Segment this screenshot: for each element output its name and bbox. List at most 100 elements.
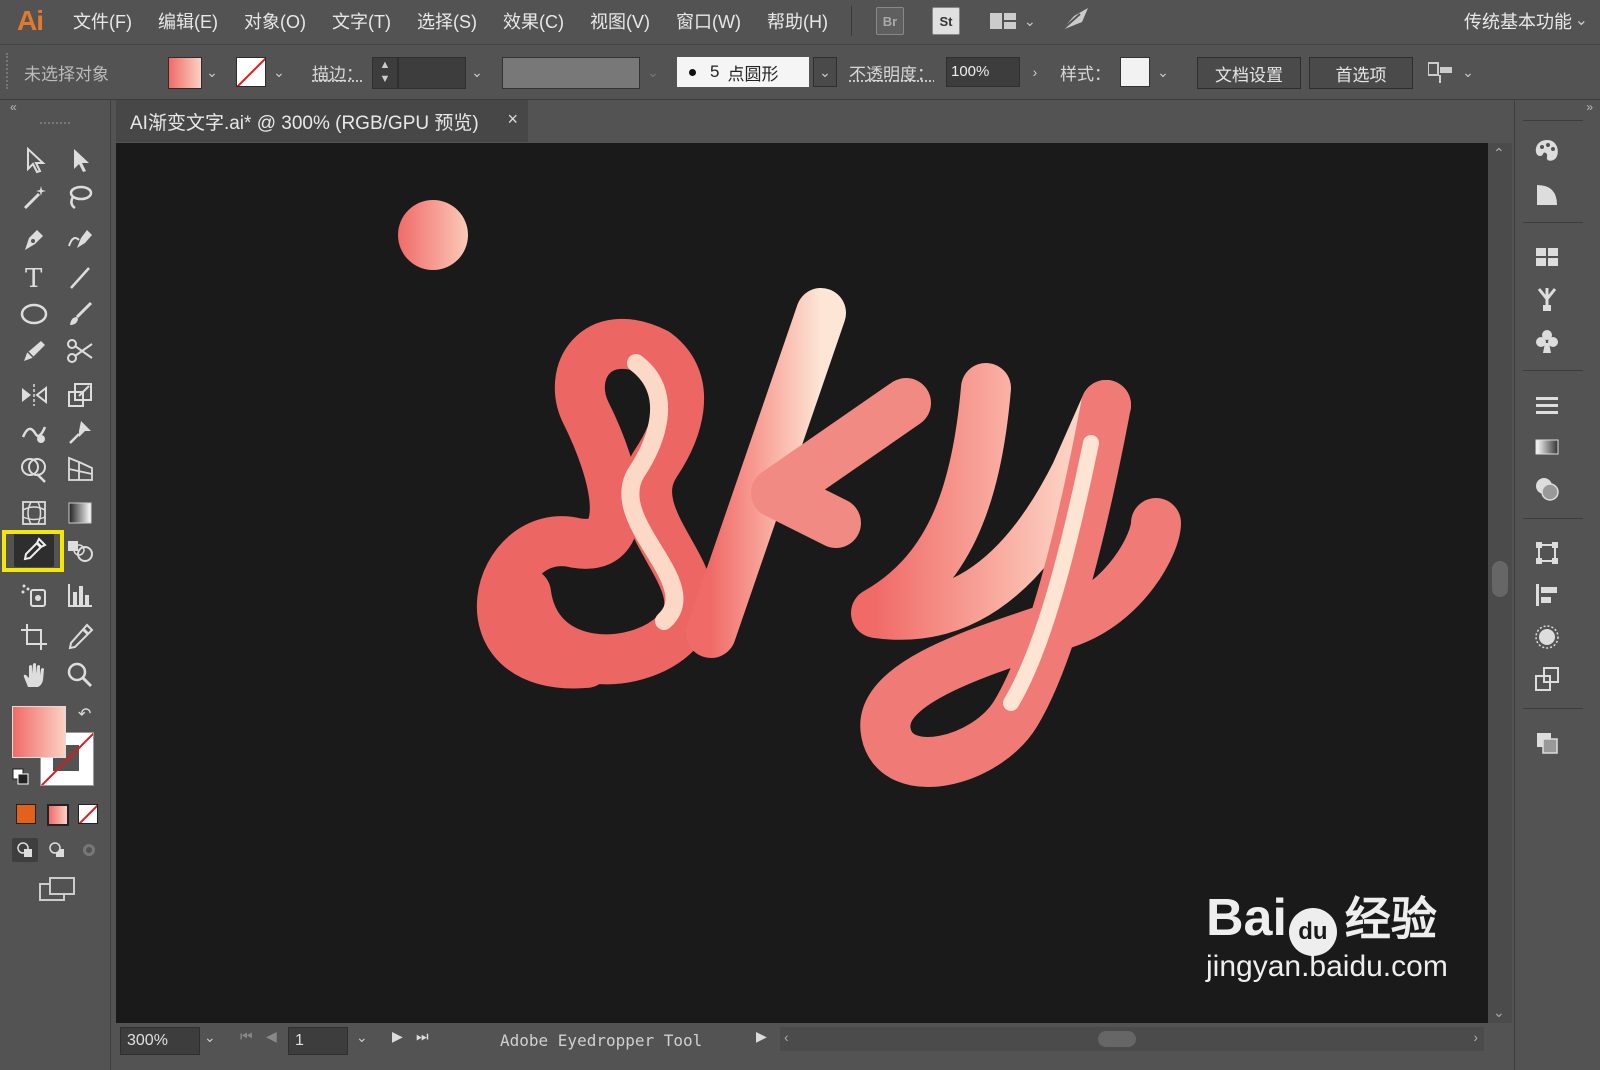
draw-behind-icon[interactable] xyxy=(44,838,70,862)
perspective-grid-tool[interactable] xyxy=(60,452,100,486)
stroke-dropdown-chevron-icon[interactable]: ⌄ xyxy=(268,57,290,87)
scroll-up-icon[interactable]: ⌃ xyxy=(1493,145,1505,162)
menu-edit[interactable]: 编辑(E) xyxy=(145,8,231,34)
type-tool[interactable]: T xyxy=(14,260,54,294)
draw-inside-icon[interactable] xyxy=(76,838,102,862)
appearance-panel-button[interactable] xyxy=(1529,620,1565,654)
style-chevron-icon[interactable]: ⌄ xyxy=(1152,57,1174,87)
column-graph-tool[interactable] xyxy=(60,578,100,612)
stroke-weight-stepper[interactable]: ▲ ▼ xyxy=(372,57,398,89)
align-panel-button[interactable] xyxy=(1529,578,1565,612)
status-menu-arrow-icon[interactable]: ▶ xyxy=(756,1028,767,1045)
menu-help[interactable]: 帮助(H) xyxy=(754,8,841,34)
opacity-input[interactable]: 100% xyxy=(946,57,1020,87)
stroke-weight-input[interactable] xyxy=(398,57,466,89)
magic-wand-tool[interactable] xyxy=(14,180,54,214)
swatches-panel-button[interactable] xyxy=(1529,240,1565,274)
scroll-right-icon[interactable]: › xyxy=(1473,1029,1478,1045)
stroke-panel-button[interactable] xyxy=(1529,388,1565,422)
draw-normal-icon[interactable] xyxy=(12,838,38,862)
artboard-tool[interactable] xyxy=(14,620,54,654)
collapse-panel-icon[interactable]: « xyxy=(10,100,17,114)
opacity-arrow-icon[interactable]: › xyxy=(1024,57,1046,87)
curvature-tool[interactable] xyxy=(60,222,100,256)
fill-color-swatch[interactable] xyxy=(12,706,66,758)
bridge-button[interactable]: Br xyxy=(875,7,904,35)
vertical-scroll-thumb[interactable] xyxy=(1492,561,1508,597)
first-artboard-icon[interactable]: ⏮ xyxy=(240,1028,253,1045)
stroke-swatch[interactable] xyxy=(236,57,266,87)
transform-panel-button[interactable] xyxy=(1529,536,1565,570)
scroll-left-icon[interactable]: ‹ xyxy=(784,1029,789,1045)
warp-tool[interactable] xyxy=(14,415,54,449)
slice-tool[interactable] xyxy=(60,620,100,654)
reflect-tool[interactable] xyxy=(14,378,54,412)
fill-dropdown-chevron-icon[interactable]: ⌄ xyxy=(201,57,223,87)
screen-mode-icon[interactable] xyxy=(38,876,76,907)
preferences-button[interactable]: 首选项 xyxy=(1309,57,1413,89)
shaper-tool[interactable] xyxy=(14,334,54,368)
scale-tool[interactable] xyxy=(60,378,100,412)
document-tab[interactable]: AI渐变文字.ai* @ 300% (RGB/GPU 预览) × xyxy=(116,100,528,142)
artboard-chevron-icon[interactable]: ⌄ xyxy=(356,1029,368,1046)
fill-swatch[interactable] xyxy=(168,57,202,89)
profile-chevron-icon[interactable]: ⌄ xyxy=(642,57,664,87)
previous-artboard-icon[interactable]: ◀ xyxy=(266,1028,277,1045)
menu-select[interactable]: 选择(S) xyxy=(404,8,490,34)
direct-selection-tool[interactable] xyxy=(60,142,100,176)
vertical-scrollbar[interactable]: ⌃ ⌄ xyxy=(1488,143,1512,1023)
color-panel-button[interactable] xyxy=(1529,134,1565,168)
pathfinder-panel-button[interactable] xyxy=(1529,662,1565,696)
workspace-switcher[interactable]: 传统基本功能 xyxy=(1464,8,1572,34)
align-chevron-icon[interactable]: ⌄ xyxy=(1457,57,1479,87)
mesh-tool[interactable] xyxy=(14,496,54,530)
zoom-chevron-icon[interactable]: ⌄ xyxy=(204,1029,216,1046)
chevron-down-icon[interactable]: ⌄ xyxy=(1575,10,1588,30)
stock-button[interactable]: St xyxy=(931,7,960,35)
symbol-sprayer-tool[interactable] xyxy=(14,578,54,612)
feather-icon[interactable] xyxy=(1060,6,1090,37)
brushes-panel-button[interactable] xyxy=(1529,282,1565,316)
horizontal-scrollbar[interactable]: ‹ › xyxy=(780,1027,1484,1051)
graphic-style-swatch[interactable] xyxy=(1120,57,1150,87)
brush-chevron-icon[interactable]: ⌄ xyxy=(813,57,837,87)
gradient-mode-button[interactable] xyxy=(47,804,69,826)
document-setup-button[interactable]: 文档设置 xyxy=(1197,57,1301,89)
hand-tool[interactable] xyxy=(14,658,54,692)
transparency-panel-button[interactable] xyxy=(1529,472,1565,506)
menu-effect[interactable]: 效果(C) xyxy=(490,8,577,34)
brush-definition[interactable]: 5 点圆形 xyxy=(677,57,809,87)
stroke-weight-chevron-icon[interactable]: ⌄ xyxy=(466,57,488,87)
opacity-label[interactable]: 不透明度： xyxy=(849,60,934,85)
menu-type[interactable]: 文字(T) xyxy=(319,8,404,34)
menu-file[interactable]: 文件(F) xyxy=(60,8,145,34)
gradient-panel-button[interactable] xyxy=(1529,430,1565,464)
variable-width-profile[interactable] xyxy=(502,57,640,89)
stroke-label[interactable]: 描边： xyxy=(312,60,363,85)
default-fill-stroke-icon[interactable] xyxy=(12,768,30,791)
horizontal-scroll-thumb[interactable] xyxy=(1098,1031,1136,1047)
scissors-tool[interactable] xyxy=(60,334,100,368)
align-icon[interactable] xyxy=(1427,61,1456,88)
pen-tool[interactable] xyxy=(14,222,54,256)
last-artboard-icon[interactable]: ⏭ xyxy=(416,1028,429,1045)
scroll-down-icon[interactable]: ⌄ xyxy=(1493,1004,1505,1021)
color-mode-button[interactable] xyxy=(16,804,36,824)
ellipse-tool[interactable] xyxy=(14,297,54,331)
blend-tool[interactable] xyxy=(60,533,100,567)
line-segment-tool[interactable] xyxy=(60,260,100,294)
selection-tool[interactable] xyxy=(14,142,54,176)
artboard-canvas[interactable]: Bai du 经验 jingyan.baidu.com xyxy=(116,143,1488,1023)
puppet-warp-tool[interactable] xyxy=(60,415,100,449)
menu-window[interactable]: 窗口(W) xyxy=(663,8,754,34)
zoom-input[interactable]: 300% xyxy=(120,1027,200,1055)
menu-object[interactable]: 对象(O) xyxy=(231,8,319,34)
close-icon[interactable]: × xyxy=(507,109,518,130)
lasso-tool[interactable] xyxy=(60,180,100,214)
artboard-number-input[interactable]: 1 xyxy=(288,1027,348,1055)
swap-fill-stroke-icon[interactable]: ↶ xyxy=(78,704,91,724)
paintbrush-tool[interactable] xyxy=(60,297,100,331)
color-guide-panel-button[interactable] xyxy=(1529,178,1565,212)
none-mode-button[interactable] xyxy=(78,804,98,824)
symbols-panel-button[interactable] xyxy=(1529,324,1565,358)
